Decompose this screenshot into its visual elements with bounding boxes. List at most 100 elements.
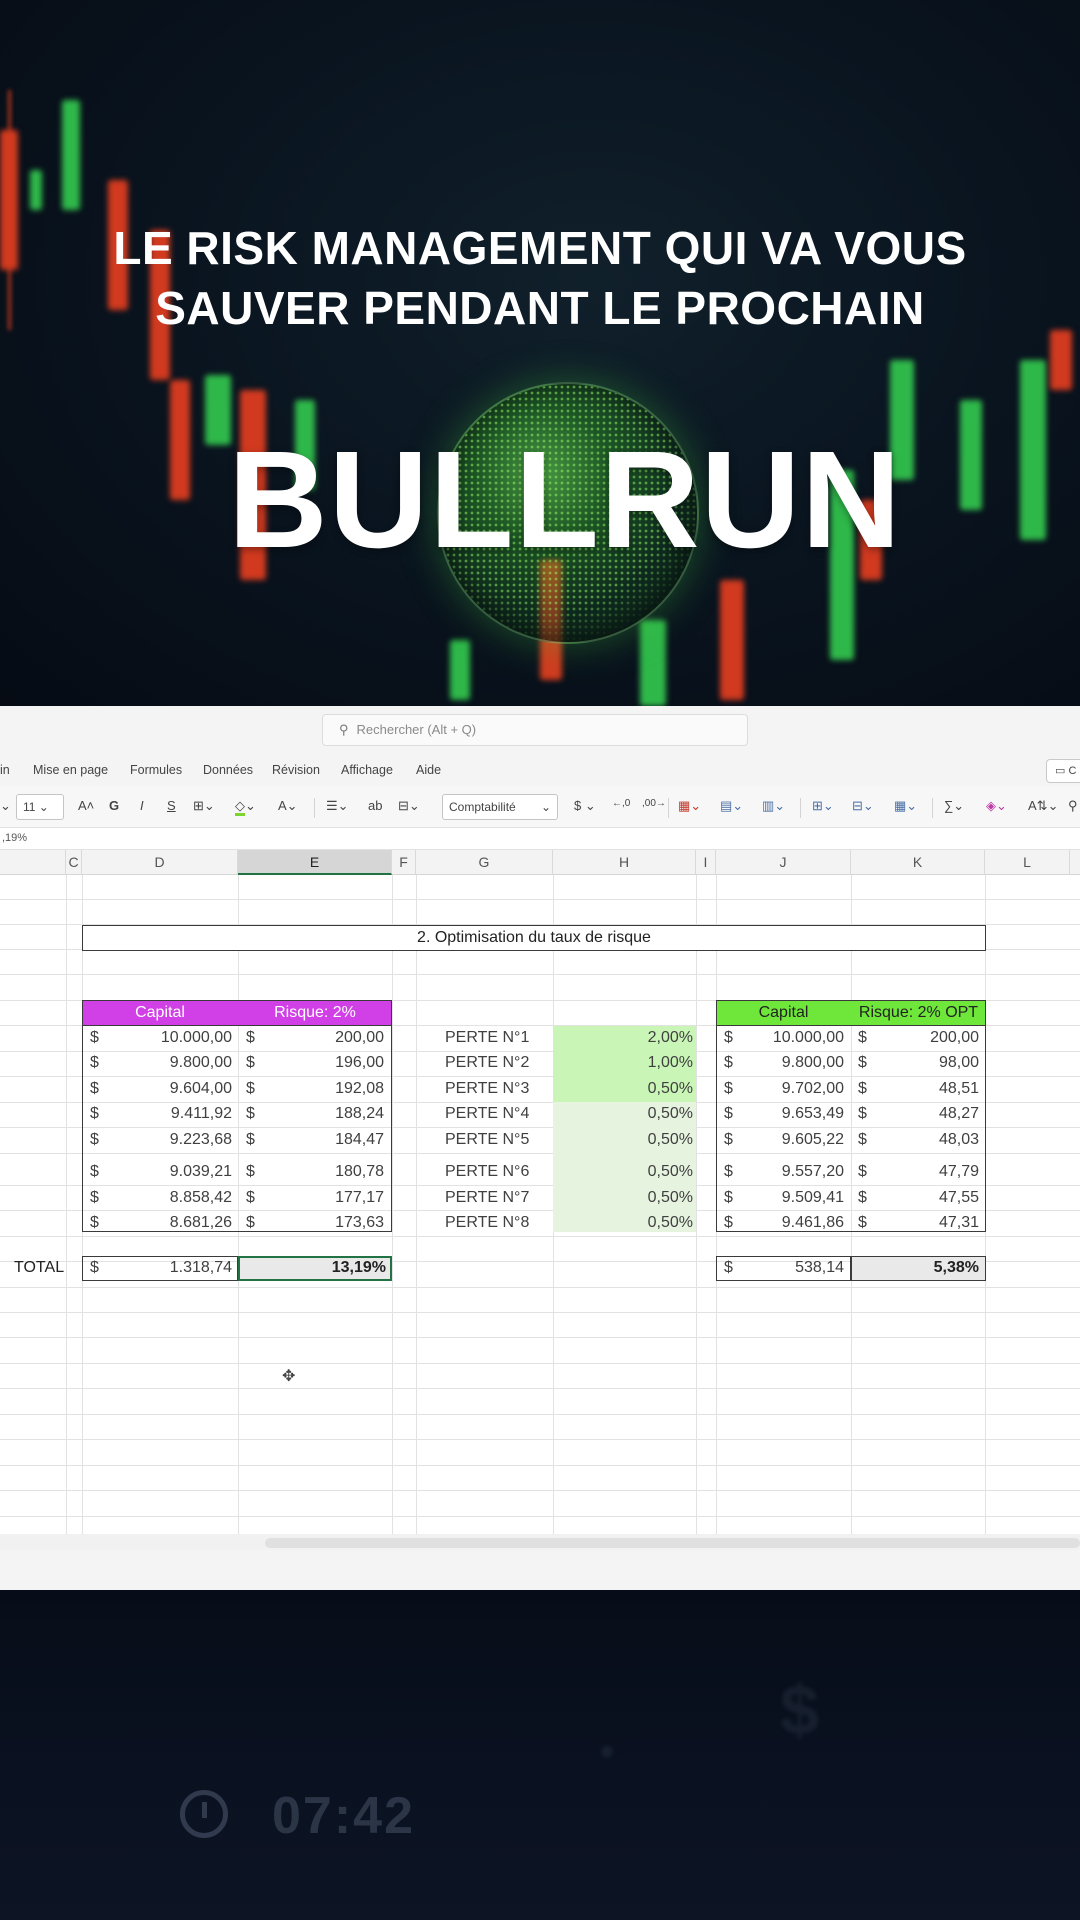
column-header-i[interactable]: I (696, 850, 716, 875)
column-header-l[interactable]: L (985, 850, 1070, 875)
number-format-select[interactable]: Comptabilité ⌄ (442, 794, 558, 820)
column-header-h[interactable]: H (553, 850, 696, 875)
menu-insertion[interactable]: in (0, 763, 10, 777)
fill-color-icon[interactable]: ◇⌄ (235, 798, 256, 816)
right-risk-value[interactable]: 200,00 (860, 1026, 979, 1050)
right-risk-value[interactable]: 47,55 (860, 1186, 979, 1210)
left-capital-value[interactable]: 9.223,68 (100, 1128, 232, 1152)
left-capital-value[interactable]: 9.411,92 (100, 1102, 232, 1126)
align-icon[interactable]: ☰⌄ (326, 798, 349, 814)
loss-label[interactable]: PERTE N°2 (445, 1051, 529, 1075)
italic-button[interactable]: I (140, 798, 144, 813)
left-risk-value[interactable]: 196,00 (250, 1051, 384, 1075)
right-capital-value[interactable]: 9.557,20 (730, 1160, 844, 1184)
loss-label[interactable]: PERTE N°5 (445, 1128, 529, 1152)
column-header-d[interactable]: D (82, 850, 238, 875)
left-risk-value[interactable]: 180,78 (250, 1160, 384, 1184)
font-grow-icon[interactable]: A˄ (78, 798, 94, 813)
right-capital-value[interactable]: 9.653,49 (730, 1102, 844, 1126)
menu-donnees[interactable]: Données (203, 763, 253, 777)
loss-label[interactable]: PERTE N°6 (445, 1160, 529, 1184)
left-risk-value[interactable]: 173,63 (250, 1211, 384, 1235)
menu-mise-en-page[interactable]: Mise en page (33, 763, 108, 777)
search-icon: ⚲ (339, 722, 349, 737)
column-header-c[interactable]: C (66, 850, 82, 875)
left-risk-value[interactable]: 177,17 (250, 1186, 384, 1210)
loss-rate[interactable]: 2,00% (553, 1026, 693, 1050)
decrease-decimal-icon[interactable]: ,00→ (642, 798, 666, 809)
left-risk-value[interactable]: 200,00 (250, 1026, 384, 1050)
right-capital-value[interactable]: 9.800,00 (730, 1051, 844, 1075)
sort-filter-icon[interactable]: A⇅⌄ (1028, 798, 1058, 814)
menu-formules[interactable]: Formules (130, 763, 182, 777)
column-header-b[interactable] (0, 850, 66, 875)
loss-rate[interactable]: 1,00% (553, 1051, 693, 1075)
search-box[interactable]: ⚲ Rechercher (Alt + Q) (322, 714, 748, 746)
conditional-format-icon[interactable]: ▦⌄ (678, 798, 701, 814)
currency-symbol: $ (90, 1259, 99, 1276)
column-header-k[interactable]: K (851, 850, 985, 875)
increase-decimal-icon[interactable]: ←,0 (612, 798, 630, 809)
table-format-icon[interactable]: ▤⌄ (720, 798, 743, 814)
font-size-select[interactable]: 11 ⌄ (16, 794, 64, 820)
left-capital-value[interactable]: 9.039,21 (100, 1160, 232, 1184)
left-risk-value[interactable]: 188,24 (250, 1102, 384, 1126)
left-capital-value[interactable]: 8.681,26 (100, 1211, 232, 1235)
loss-rate[interactable]: 0,50% (553, 1077, 693, 1101)
loss-rate[interactable]: 0,50% (553, 1160, 693, 1184)
menu-revision[interactable]: Révision (272, 763, 320, 777)
number-format-value: Comptabilité (449, 800, 516, 814)
autosum-icon[interactable]: ∑⌄ (944, 798, 964, 814)
font-dropdown-chevron-icon[interactable]: ⌄ (0, 798, 11, 814)
right-capital-value[interactable]: 9.605,22 (730, 1128, 844, 1152)
underline-button[interactable]: S (167, 798, 176, 813)
right-risk-value[interactable]: 47,79 (860, 1160, 979, 1184)
column-header-g[interactable]: G (416, 850, 553, 875)
column-header-e[interactable]: E (238, 850, 392, 875)
delete-cells-icon[interactable]: ⊟⌄ (852, 798, 874, 814)
right-risk-value[interactable]: 48,51 (860, 1077, 979, 1101)
format-cells-icon[interactable]: ▦⌄ (894, 798, 917, 814)
comment-button[interactable]: ▭ C (1046, 759, 1080, 783)
menu-affichage[interactable]: Affichage (341, 763, 393, 777)
clear-icon[interactable]: ◈⌄ (986, 798, 1007, 814)
loss-rate[interactable]: 0,50% (553, 1211, 693, 1235)
menu-aide[interactable]: Aide (416, 763, 441, 777)
left-risk-value[interactable]: 192,08 (250, 1077, 384, 1101)
bold-button[interactable]: G (109, 798, 119, 813)
loss-rate[interactable]: 0,50% (553, 1102, 693, 1126)
font-color-icon[interactable]: A⌄ (278, 798, 298, 814)
loss-rate[interactable]: 0,50% (553, 1186, 693, 1210)
loss-rate[interactable]: 0,50% (553, 1128, 693, 1152)
insert-cells-icon[interactable]: ⊞⌄ (812, 798, 834, 814)
loss-label[interactable]: PERTE N°8 (445, 1211, 529, 1235)
borders-icon[interactable]: ⊞⌄ (193, 798, 215, 814)
scrollbar-thumb[interactable] (265, 1538, 1080, 1548)
left-capital-value[interactable]: 9.800,00 (100, 1051, 232, 1075)
left-capital-value[interactable]: 10.000,00 (100, 1026, 232, 1050)
right-capital-value[interactable]: 9.509,41 (730, 1186, 844, 1210)
loss-label[interactable]: PERTE N°4 (445, 1102, 529, 1126)
right-risk-value[interactable]: 98,00 (860, 1051, 979, 1075)
loss-label[interactable]: PERTE N°3 (445, 1077, 529, 1101)
right-capital-value[interactable]: 9.702,00 (730, 1077, 844, 1101)
left-capital-value[interactable]: 8.858,42 (100, 1186, 232, 1210)
formula-bar[interactable]: ,19% (0, 828, 1080, 850)
spreadsheet-grid[interactable]: C D E F G H I J K L 2. Optimisation du t… (0, 850, 1080, 1534)
currency-button[interactable]: $ ⌄ (574, 798, 596, 814)
column-header-f[interactable]: F (392, 850, 416, 875)
loss-label[interactable]: PERTE N°7 (445, 1186, 529, 1210)
right-capital-value[interactable]: 10.000,00 (730, 1026, 844, 1050)
merge-icon[interactable]: ⊟⌄ (398, 798, 420, 814)
right-risk-value[interactable]: 48,03 (860, 1128, 979, 1152)
left-risk-value[interactable]: 184,47 (250, 1128, 384, 1152)
right-capital-value[interactable]: 9.461,86 (730, 1211, 844, 1235)
left-capital-value[interactable]: 9.604,00 (100, 1077, 232, 1101)
find-icon[interactable]: ⚲ (1068, 798, 1078, 814)
wrap-text-icon[interactable]: ab (368, 798, 382, 813)
right-risk-value[interactable]: 48,27 (860, 1102, 979, 1126)
cell-styles-icon[interactable]: ▥⌄ (762, 798, 785, 814)
loss-label[interactable]: PERTE N°1 (445, 1026, 529, 1050)
column-header-j[interactable]: J (716, 850, 851, 875)
right-risk-value[interactable]: 47,31 (860, 1211, 979, 1235)
